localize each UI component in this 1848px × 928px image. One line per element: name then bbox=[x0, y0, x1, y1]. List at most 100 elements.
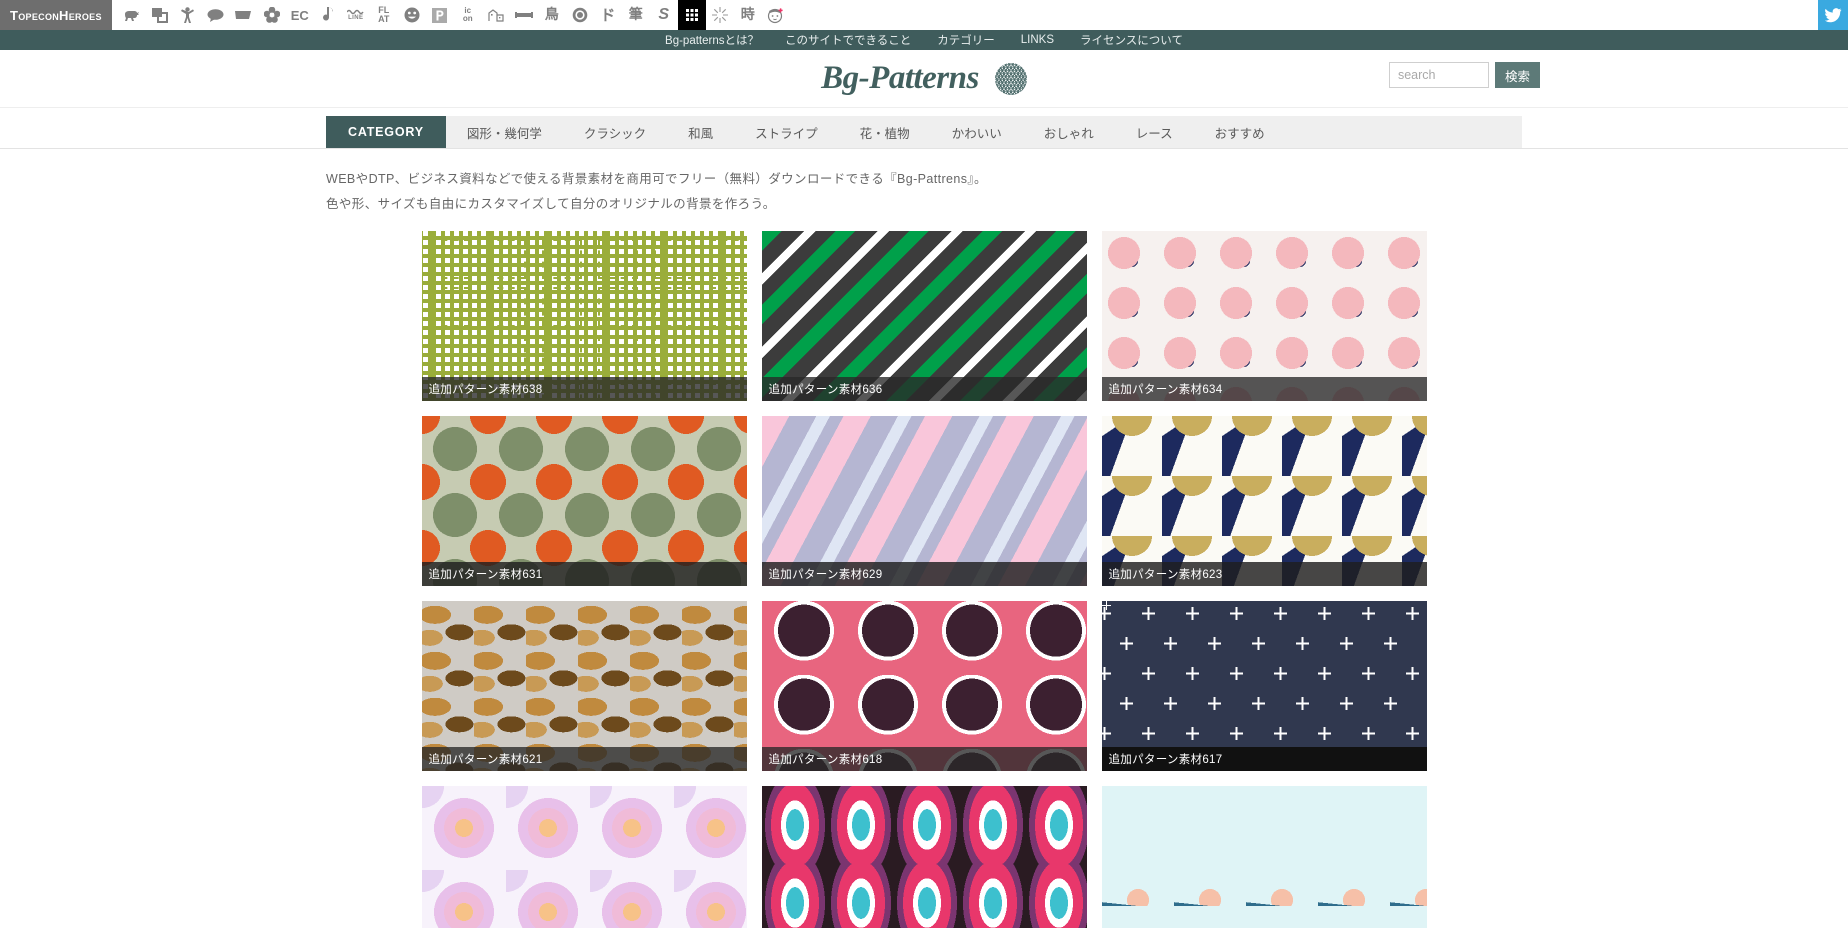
pattern-swatch-629 bbox=[761, 416, 1087, 586]
windows-icon[interactable] bbox=[146, 0, 174, 30]
music-note-icon[interactable] bbox=[314, 0, 342, 30]
ec-icon[interactable]: EC bbox=[286, 0, 314, 30]
dashed-square bbox=[653, 335, 694, 375]
star-icon bbox=[1207, 637, 1221, 650]
flat-icon[interactable]: FL AT bbox=[370, 0, 398, 30]
star-icon bbox=[1185, 607, 1199, 620]
pattern-gallery-grid: 追加パターン素材638 追加パターン素材636 追加パターン素材634 追加パタ… bbox=[421, 231, 1427, 928]
pattern-card-629[interactable]: 追加パターン素材629 bbox=[761, 416, 1087, 586]
star-icon bbox=[1317, 667, 1331, 680]
pattern-card-616[interactable] bbox=[421, 786, 747, 928]
pattern-card-617[interactable]: 追加パターン素材617 bbox=[1101, 601, 1427, 771]
sofa-icon[interactable] bbox=[510, 0, 538, 30]
flag-icon[interactable] bbox=[230, 0, 258, 30]
sparkle-icon[interactable] bbox=[706, 0, 734, 30]
pattern-card-614[interactable] bbox=[1101, 786, 1427, 928]
pattern-swatch-636 bbox=[761, 231, 1087, 401]
parking-icon[interactable] bbox=[426, 0, 454, 30]
do-katakana-icon[interactable]: ド bbox=[594, 0, 622, 30]
category-item-recommended[interactable]: おすすめ bbox=[1194, 116, 1286, 148]
star-icon bbox=[1405, 667, 1419, 680]
star-icon bbox=[1207, 697, 1221, 710]
grid-icon[interactable] bbox=[677, 0, 706, 30]
star-icon bbox=[1185, 667, 1199, 680]
description-line-2: 色や形、サイズも自由にカスタマイズして自分のオリジナルの背景を作ろう。 bbox=[326, 197, 776, 211]
star-icon bbox=[1141, 607, 1155, 620]
pattern-swatch-621 bbox=[421, 601, 747, 771]
category-item-classic[interactable]: クラシック bbox=[563, 116, 667, 148]
pattern-label-617: 追加パターン素材617 bbox=[1101, 747, 1427, 771]
nav-item-category[interactable]: カテゴリー bbox=[937, 32, 995, 48]
nav-item-license[interactable]: ライセンスについて bbox=[1080, 32, 1183, 48]
sheep-icon[interactable] bbox=[118, 0, 146, 30]
speech-bubble-icon[interactable] bbox=[202, 0, 230, 30]
search-input[interactable] bbox=[1388, 62, 1489, 88]
site-logo[interactable]: Bg-Patterns bbox=[821, 60, 1027, 97]
dashed-square bbox=[485, 239, 526, 279]
star-icon bbox=[1295, 637, 1309, 650]
pattern-label-621: 追加パターン素材621 bbox=[421, 747, 747, 771]
star-icon bbox=[1339, 697, 1353, 710]
site-logo-text: Bg-Patterns bbox=[821, 60, 979, 96]
nav-item-about[interactable]: Bg-patternsとは？ bbox=[665, 32, 759, 48]
star-icon bbox=[1251, 697, 1265, 710]
description-line-1: WEBやDTP、ビジネス資料などで使える背景素材を商用可でフリー（無料）ダウンロ… bbox=[326, 172, 987, 186]
search-button[interactable]: 検索 bbox=[1494, 62, 1540, 88]
flower-icon[interactable] bbox=[258, 0, 286, 30]
pattern-label-634: 追加パターン素材634 bbox=[1101, 377, 1427, 401]
star-icon bbox=[1317, 727, 1331, 740]
dashed-square bbox=[653, 287, 694, 327]
person-icon[interactable] bbox=[174, 0, 202, 30]
dashed-square bbox=[429, 335, 470, 375]
star-icon bbox=[1361, 607, 1375, 620]
toki-kanji-icon[interactable]: 時 bbox=[734, 0, 762, 30]
pattern-card-621[interactable]: 追加パターン素材621 bbox=[421, 601, 747, 771]
smiley-icon[interactable] bbox=[398, 0, 426, 30]
pattern-card-634[interactable]: 追加パターン素材634 bbox=[1101, 231, 1427, 401]
pattern-card-618[interactable]: 追加パターン素材618 bbox=[761, 601, 1087, 771]
line-icon[interactable]: LINE bbox=[342, 0, 370, 30]
star-icon bbox=[1229, 607, 1243, 620]
site-description: WEBやDTP、ビジネス資料などで使える背景素材を商用可でフリー（無料）ダウンロ… bbox=[326, 167, 1522, 217]
topeconheroes-brand[interactable]: TopeconHeroes bbox=[0, 0, 112, 30]
pattern-card-623[interactable]: 追加パターン素材623 bbox=[1101, 416, 1427, 586]
category-item-stripe[interactable]: ストライプ bbox=[734, 116, 839, 148]
pattern-card-636[interactable]: 追加パターン素材636 bbox=[761, 231, 1087, 401]
star-icon bbox=[1339, 637, 1353, 650]
nav-item-features[interactable]: このサイトでできること bbox=[785, 32, 911, 48]
dashed-square bbox=[709, 287, 747, 327]
star-icon bbox=[1229, 667, 1243, 680]
twitter-icon[interactable] bbox=[1818, 0, 1848, 30]
dashed-square bbox=[485, 335, 526, 375]
category-tabs: CATEGORY 図形・幾何学 クラシック 和風 ストライプ 花・植物 かわいい… bbox=[326, 116, 1522, 148]
face-icon[interactable] bbox=[762, 0, 790, 30]
star-icon bbox=[1163, 697, 1177, 710]
category-item-floral[interactable]: 花・植物 bbox=[839, 116, 931, 148]
icon-icon[interactable]: ic on bbox=[454, 0, 482, 30]
nav-item-links[interactable]: LINKS bbox=[1021, 34, 1054, 46]
category-item-cute[interactable]: かわいい bbox=[931, 116, 1023, 148]
building-icon[interactable] bbox=[482, 0, 510, 30]
star-icon bbox=[1101, 607, 1111, 620]
pattern-card-638[interactable]: 追加パターン素材638 bbox=[421, 231, 747, 401]
category-item-japanese[interactable]: 和風 bbox=[667, 116, 734, 148]
star-icon bbox=[1251, 637, 1265, 650]
category-item-geometry[interactable]: 図形・幾何学 bbox=[446, 116, 563, 148]
star-icon bbox=[1295, 697, 1309, 710]
fude-kanji-icon[interactable]: 筆 bbox=[622, 0, 650, 30]
star-icon bbox=[1383, 637, 1397, 650]
category-item-stylish[interactable]: おしゃれ bbox=[1023, 116, 1115, 148]
bird-kanji-icon[interactable]: 鳥 bbox=[538, 0, 566, 30]
circle-pattern-icon[interactable] bbox=[566, 0, 594, 30]
star-icon bbox=[1185, 727, 1199, 740]
pattern-card-631[interactable]: 追加パターン素材631 bbox=[421, 416, 747, 586]
pattern-label-631: 追加パターン素材631 bbox=[421, 562, 747, 586]
search-form: 検索 bbox=[1388, 62, 1540, 88]
pattern-card-615[interactable] bbox=[761, 786, 1087, 928]
category-item-lace[interactable]: レース bbox=[1115, 116, 1194, 148]
pattern-label-618: 追加パターン素材618 bbox=[761, 747, 1087, 771]
dashed-square bbox=[653, 239, 694, 279]
s-letter-icon[interactable]: S bbox=[650, 0, 678, 30]
dashed-square bbox=[541, 287, 582, 327]
star-icon bbox=[1101, 727, 1111, 740]
